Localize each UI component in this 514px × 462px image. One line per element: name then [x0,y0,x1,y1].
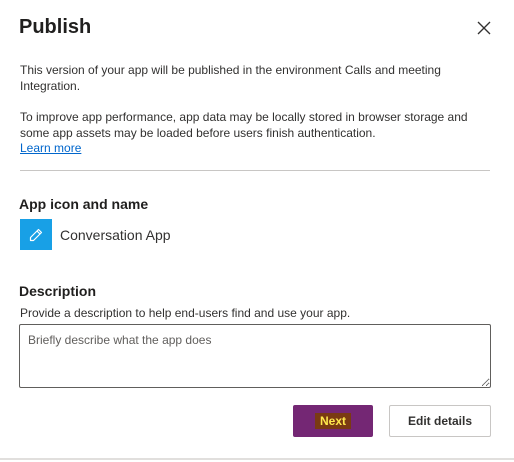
publish-dialog: Publish This version of your app will be… [0,0,514,462]
learn-more-link[interactable]: Learn more [20,141,81,155]
description-textarea[interactable] [19,324,491,388]
pencil-icon [29,228,43,241]
performance-note: To improve app performance, app data may… [20,110,468,140]
intro-text: This version of your app will be publish… [20,63,441,93]
section-divider [20,170,490,171]
app-icon-tile [20,219,52,250]
app-icon-heading: App icon and name [19,196,149,212]
dialog-title: Publish [19,16,92,38]
app-name: Conversation App [60,227,171,243]
next-button[interactable]: Next [293,405,373,437]
edit-details-button[interactable]: Edit details [389,405,491,437]
description-heading: Description [19,283,97,299]
close-button[interactable] [472,16,496,40]
close-icon [477,21,491,35]
description-hint: Provide a description to help end-users … [20,306,351,320]
bottom-edge [0,458,514,460]
next-button-label: Next [314,413,351,429]
